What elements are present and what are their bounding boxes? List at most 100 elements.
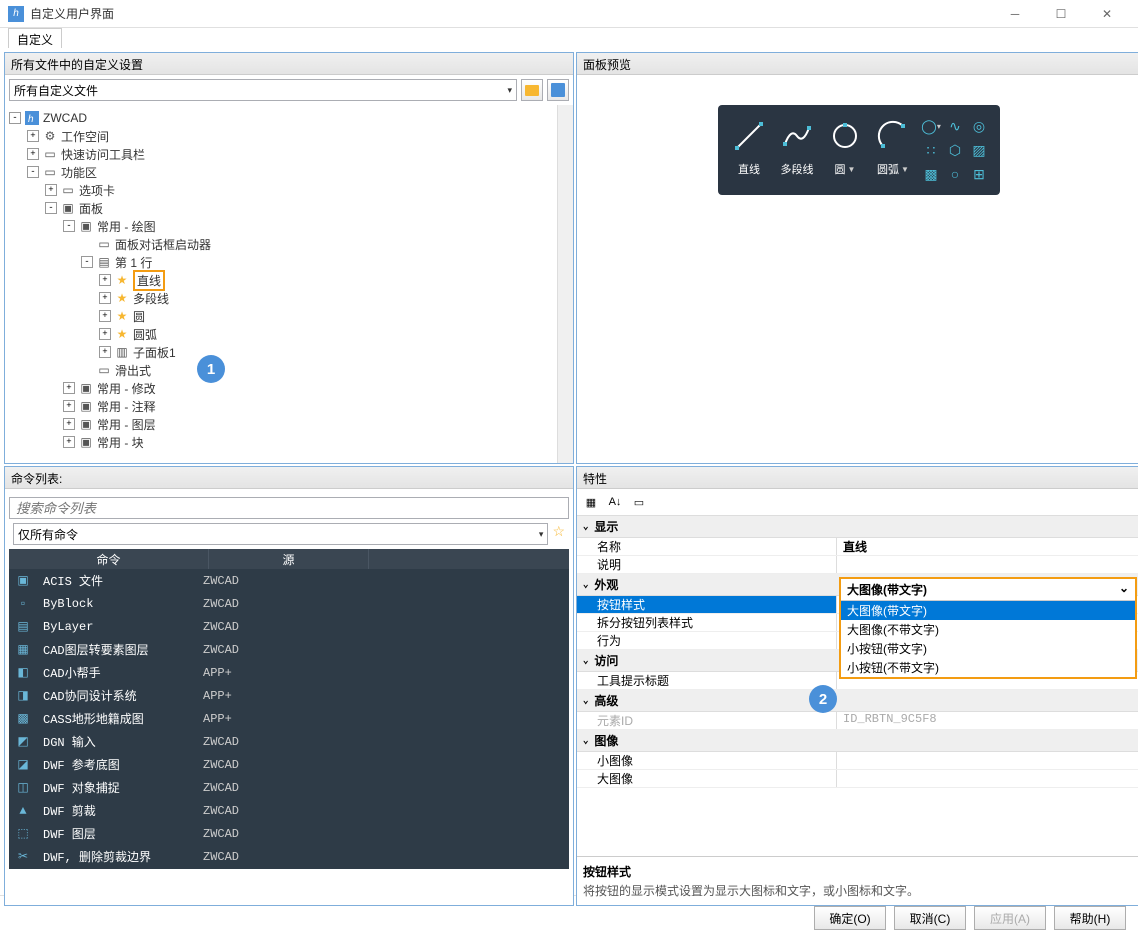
tree-toggle[interactable]: + <box>99 310 111 322</box>
command-row[interactable]: ▤ByLayerZWCAD <box>9 615 569 638</box>
tree-row[interactable]: ▭面板对话框启动器 <box>9 235 569 253</box>
tree-toggle[interactable]: + <box>99 292 111 304</box>
file-dropdown[interactable]: 所有自定义文件 ▾ <box>9 79 517 101</box>
panel-icon: ▣ <box>78 399 94 413</box>
tree-row[interactable]: -hZWCAD <box>9 109 569 127</box>
sort-button[interactable]: A↓ <box>604 492 626 512</box>
command-row[interactable]: ▣ACIS 文件ZWCAD <box>9 569 569 592</box>
save-button[interactable] <box>547 79 569 101</box>
tree-toggle[interactable]: - <box>27 166 39 178</box>
tree-toggle[interactable]: - <box>81 256 93 268</box>
tree-toggle[interactable]: + <box>27 130 39 142</box>
tree-toggle[interactable]: - <box>45 202 57 214</box>
command-name: CAD协同设计系统 <box>33 687 203 704</box>
dropdown-option[interactable]: 小按钮(不带文字) <box>841 658 1135 677</box>
command-row[interactable]: ▫ByBlockZWCAD <box>9 592 569 615</box>
customization-tree[interactable]: -hZWCAD+⚙工作空间+▭快速访问工具栏-▭功能区+▭选项卡-▣面板-▣常用… <box>5 105 573 463</box>
cancel-button[interactable]: 取消(C) <box>894 906 966 930</box>
tree-row[interactable]: +★圆弧 <box>9 325 569 343</box>
categorize-button[interactable]: ▦ <box>580 492 602 512</box>
tree-toggle[interactable]: + <box>63 418 75 430</box>
dropdown-option[interactable]: 大图像(不带文字) <box>841 620 1135 639</box>
command-icon: ▤ <box>13 619 33 634</box>
tree-row[interactable]: +▣常用 - 修改 <box>9 379 569 397</box>
tree-toggle[interactable]: - <box>63 220 75 232</box>
command-name: CASS地形地籍成图 <box>33 710 203 727</box>
tree-row[interactable]: +▣常用 - 注释 <box>9 397 569 415</box>
tree-row[interactable]: +★直线 <box>9 271 569 289</box>
line-icon <box>728 115 770 157</box>
open-folder-button[interactable] <box>521 79 543 101</box>
tree-row[interactable]: +⚙工作空间 <box>9 127 569 145</box>
command-source: ZWCAD <box>203 597 239 611</box>
command-row[interactable]: ▩CASS地形地籍成图APP+ <box>9 707 569 730</box>
ok-button[interactable]: 确定(O) <box>814 906 886 930</box>
tree-row[interactable]: -▣常用 - 绘图 <box>9 217 569 235</box>
command-table[interactable]: 命令 源 ▣ACIS 文件ZWCAD▫ByBlockZWCAD▤ByLayerZ… <box>9 549 569 869</box>
tree-row[interactable]: +▣常用 - 图层 <box>9 415 569 433</box>
button-style-dropdown[interactable]: 大图像(带文字)⌄ 大图像(带文字) 大图像(不带文字) 小按钮(带文字) 小按… <box>839 577 1137 679</box>
tab-icon: ▭ <box>60 183 76 197</box>
tree-row[interactable]: +▭快速访问工具栏 <box>9 145 569 163</box>
apply-button[interactable]: 应用(A) <box>974 906 1046 930</box>
close-button[interactable]: ✕ <box>1084 0 1130 28</box>
app-icon: h <box>8 6 24 22</box>
command-row[interactable]: ◩DGN 输入ZWCAD <box>9 730 569 753</box>
callout-2: 2 <box>809 685 837 713</box>
command-row[interactable]: ▲DWF 剪裁ZWCAD <box>9 799 569 822</box>
command-name: DWF 参考底图 <box>33 756 203 773</box>
dropdown-option[interactable]: 小按钮(带文字) <box>841 639 1135 658</box>
tree-row[interactable]: +▭选项卡 <box>9 181 569 199</box>
toolbar-icon: ▭ <box>42 147 58 161</box>
panel-all-files-header: 所有文件中的自定义设置 <box>5 53 573 75</box>
ribbon-icon: ▭ <box>42 165 58 179</box>
tree-row[interactable]: -▭功能区 <box>9 163 569 181</box>
tree-toggle[interactable]: + <box>99 346 111 358</box>
star-icon[interactable]: ☆ <box>552 523 565 545</box>
panel-preview: 面板预览 直线 多段线 圆▼ <box>576 52 1138 464</box>
command-row[interactable]: ◨CAD协同设计系统APP+ <box>9 684 569 707</box>
tree-row[interactable]: +▥子面板1 <box>9 343 569 361</box>
tree-row[interactable]: ▭滑出式 <box>9 361 569 379</box>
panel-commands: 命令列表: 仅所有命令 ▾ ☆ 命令 源 ▣ACIS 文件ZWCAD▫ByBlo… <box>4 466 574 906</box>
tree-row[interactable]: -▣面板 <box>9 199 569 217</box>
maximize-button[interactable]: ☐ <box>1038 0 1084 28</box>
tree-label: 功能区 <box>61 164 97 181</box>
tree-row[interactable]: +★圆 <box>9 307 569 325</box>
save-icon <box>551 83 565 97</box>
panel-properties-header: 特性 <box>577 467 1138 489</box>
tree-toggle[interactable]: + <box>99 274 111 286</box>
tree-toggle[interactable]: - <box>9 112 21 124</box>
tree-toggle[interactable]: + <box>63 400 75 412</box>
command-row[interactable]: ◧CAD小帮手APP+ <box>9 661 569 684</box>
tree-toggle[interactable]: + <box>63 436 75 448</box>
command-row[interactable]: ◪DWF 参考底图ZWCAD <box>9 753 569 776</box>
command-row[interactable]: ⬚DWF 图层ZWCAD <box>9 822 569 845</box>
tree-toggle[interactable]: + <box>99 328 111 340</box>
help-button[interactable]: 帮助(H) <box>1054 906 1126 930</box>
tree-label: 常用 - 块 <box>97 434 144 451</box>
tree-row[interactable]: -▤第 1 行 <box>9 253 569 271</box>
command-icon: ▣ <box>13 573 33 588</box>
tree-toggle[interactable]: + <box>63 382 75 394</box>
command-row[interactable]: ▦CAD图层转要素图层ZWCAD <box>9 638 569 661</box>
pages-button[interactable]: ▭ <box>628 492 650 512</box>
tree-row[interactable]: +▣常用 - 块 <box>9 433 569 451</box>
tree-row[interactable]: +★多段线 <box>9 289 569 307</box>
tree-scrollbar[interactable] <box>557 105 573 463</box>
panel-icon: ▣ <box>78 219 94 233</box>
minimize-button[interactable]: ─ <box>992 0 1038 28</box>
panel-all-files: 所有文件中的自定义设置 所有自定义文件 ▾ -hZWCAD+⚙工作空间+▭快速访… <box>4 52 574 464</box>
file-dropdown-label: 所有自定义文件 <box>14 82 98 99</box>
search-input[interactable] <box>9 497 569 519</box>
command-row[interactable]: ✂DWF, 删除剪裁边界ZWCAD <box>9 845 569 868</box>
command-icon: ◧ <box>13 665 33 680</box>
command-name: CAD小帮手 <box>33 664 203 681</box>
dropdown-option[interactable]: 大图像(带文字) <box>841 601 1135 620</box>
tab-customize[interactable]: 自定义 <box>8 28 62 48</box>
command-row[interactable]: ◫DWF 对象捕捉ZWCAD <box>9 776 569 799</box>
tree-toggle[interactable]: + <box>45 184 57 196</box>
panel-icon: ▣ <box>78 435 94 449</box>
tree-toggle[interactable]: + <box>27 148 39 160</box>
command-filter-dropdown[interactable]: 仅所有命令 ▾ <box>13 523 548 545</box>
